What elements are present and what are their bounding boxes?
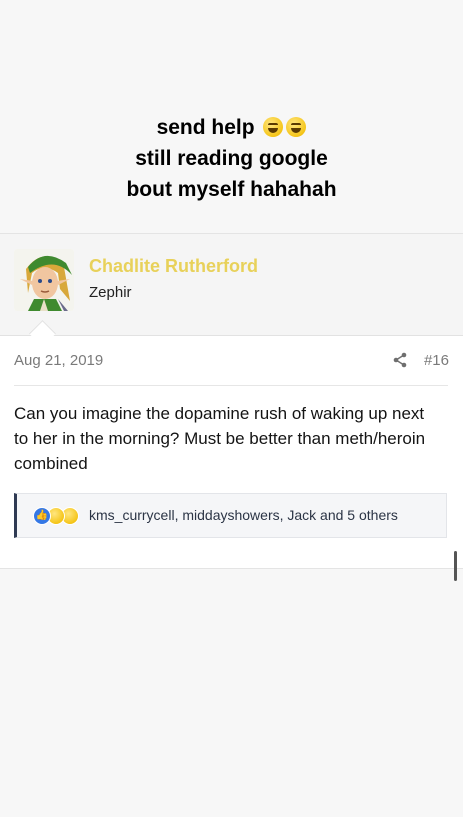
avatar-image	[14, 249, 74, 311]
like-icon: 👍	[33, 507, 51, 525]
post-user-header: Chadlite Rutherford Zephir	[0, 234, 463, 347]
post-date[interactable]: Aug 21, 2019	[14, 352, 103, 369]
grinning-squinting-face-icon	[263, 117, 284, 137]
avatar[interactable]	[14, 249, 74, 311]
caption-line-3: bout myself hahahah	[126, 178, 337, 201]
author-title: Zephir	[89, 284, 132, 301]
reaction-icons: 👍	[33, 507, 85, 525]
divider	[0, 568, 463, 569]
reaction-users[interactable]: kms_currycell, middayshowers, Jack and 5…	[89, 507, 398, 523]
header-pointer	[29, 320, 56, 347]
grinning-squinting-face-icon	[286, 117, 307, 137]
divider	[14, 385, 448, 386]
scrollbar[interactable]	[454, 551, 457, 581]
caption-line-1: send help	[156, 116, 255, 139]
forum-post: Chadlite Rutherford Zephir Aug 21, 2019 …	[0, 233, 463, 569]
caption: send help still reading google bout myse…	[0, 112, 463, 205]
post-body: Can you imagine the dopamine rush of wak…	[14, 404, 426, 473]
caption-line-2: still reading google	[135, 147, 328, 170]
post-number[interactable]: #16	[424, 352, 449, 369]
reactions-bar[interactable]: 👍 kms_currycell, middayshowers, Jack and…	[14, 493, 447, 538]
author-name[interactable]: Chadlite Rutherford	[89, 256, 258, 277]
share-icon[interactable]	[392, 352, 408, 368]
